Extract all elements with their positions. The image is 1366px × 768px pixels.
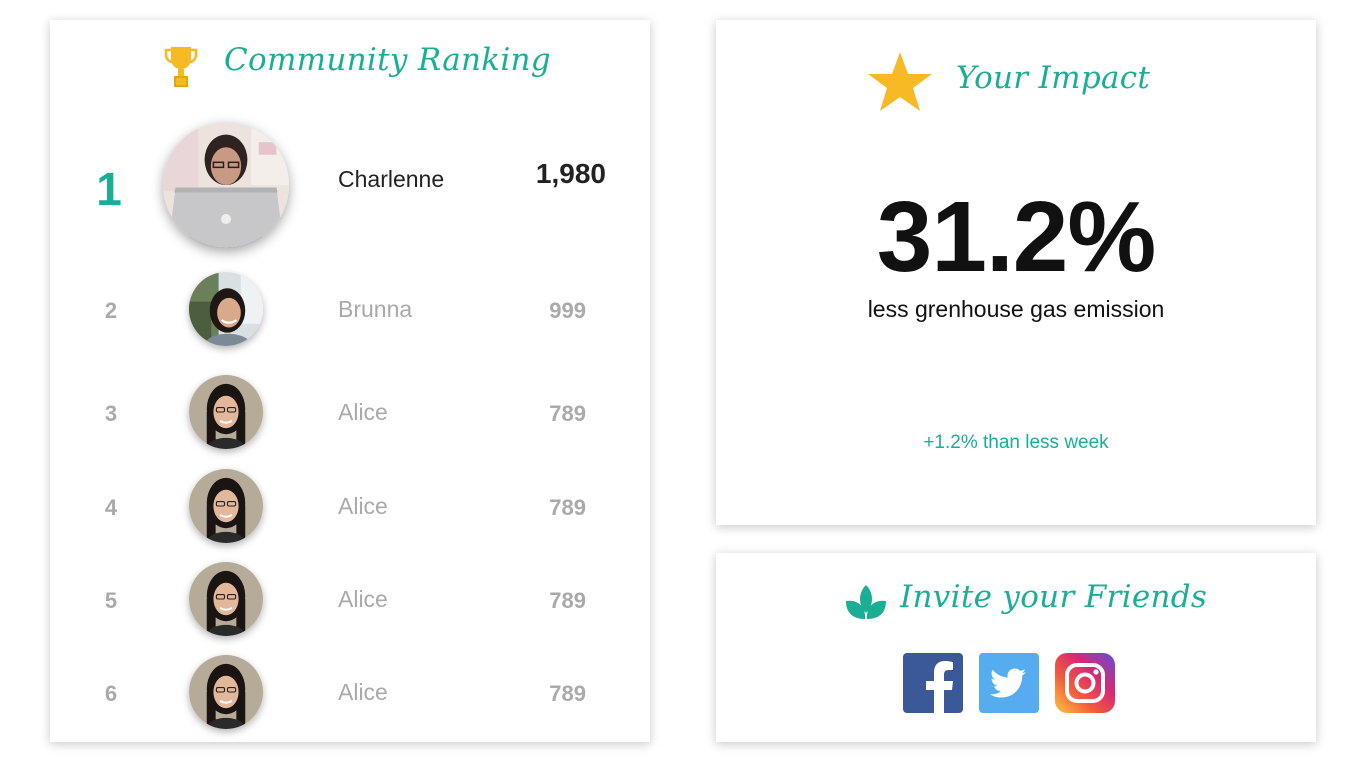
user-name: Brunna — [338, 296, 413, 322]
avatar[interactable] — [189, 272, 263, 346]
impact-percentage: 31.2% — [876, 181, 1157, 293]
leaf-icon — [846, 585, 886, 619]
impact-weekly-change: +1.2% than less week — [923, 432, 1109, 453]
user-name: Charlenne — [338, 166, 445, 192]
rank-number: 4 — [104, 495, 118, 520]
avatar[interactable] — [189, 469, 263, 543]
twitter-icon — [979, 653, 1039, 713]
ranking-row[interactable]: 5 Alice 789 — [50, 562, 650, 652]
community-ranking-card: Community Ranking 1 Charlenne 1,980 2 Br… — [50, 20, 650, 742]
star-icon — [868, 52, 932, 111]
user-score: 789 — [549, 681, 586, 706]
twitter-share-button[interactable] — [979, 653, 1039, 713]
ranking-row[interactable]: 4 Alice 789 — [50, 469, 650, 559]
rank-number: 5 — [104, 588, 118, 613]
invite-friends-card: Invite your Friends — [716, 553, 1316, 742]
ranking-row[interactable]: 1 Charlenne 1,980 — [50, 118, 650, 254]
instagram-share-button[interactable] — [1055, 653, 1115, 713]
facebook-icon — [903, 653, 963, 713]
rank-number: 2 — [104, 298, 118, 323]
your-impact-card: Your Impact 31.2% less grenhouse gas emi… — [716, 20, 1316, 525]
invite-title: Invite your Friends — [900, 579, 1208, 615]
user-score: 789 — [549, 495, 586, 520]
facebook-share-button[interactable] — [903, 653, 963, 713]
ranking-title: Community Ranking — [224, 42, 551, 78]
impact-caption: less grenhouse gas emission — [867, 296, 1165, 322]
rank-number: 6 — [104, 681, 118, 706]
user-score: 789 — [549, 401, 586, 426]
instagram-icon — [1055, 653, 1115, 713]
avatar[interactable] — [189, 562, 263, 636]
user-score: 789 — [549, 588, 586, 613]
avatar[interactable] — [163, 122, 289, 248]
rank-number: 1 — [96, 163, 122, 215]
impact-title: Your Impact — [956, 60, 1151, 96]
ranking-row[interactable]: 2 Brunna 999 — [50, 272, 650, 362]
user-name: Alice — [338, 399, 388, 425]
avatar[interactable] — [189, 655, 263, 729]
avatar[interactable] — [189, 375, 263, 449]
user-name: Alice — [338, 679, 388, 705]
user-name: Alice — [338, 493, 388, 519]
user-score: 1,980 — [535, 158, 606, 189]
ranking-row[interactable]: 3 Alice 789 — [50, 375, 650, 465]
rank-number: 3 — [104, 401, 118, 426]
user-name: Alice — [338, 586, 388, 612]
user-score: 999 — [549, 298, 586, 323]
ranking-row[interactable]: 6 Alice 789 — [50, 655, 650, 745]
trophy-icon — [164, 47, 198, 87]
